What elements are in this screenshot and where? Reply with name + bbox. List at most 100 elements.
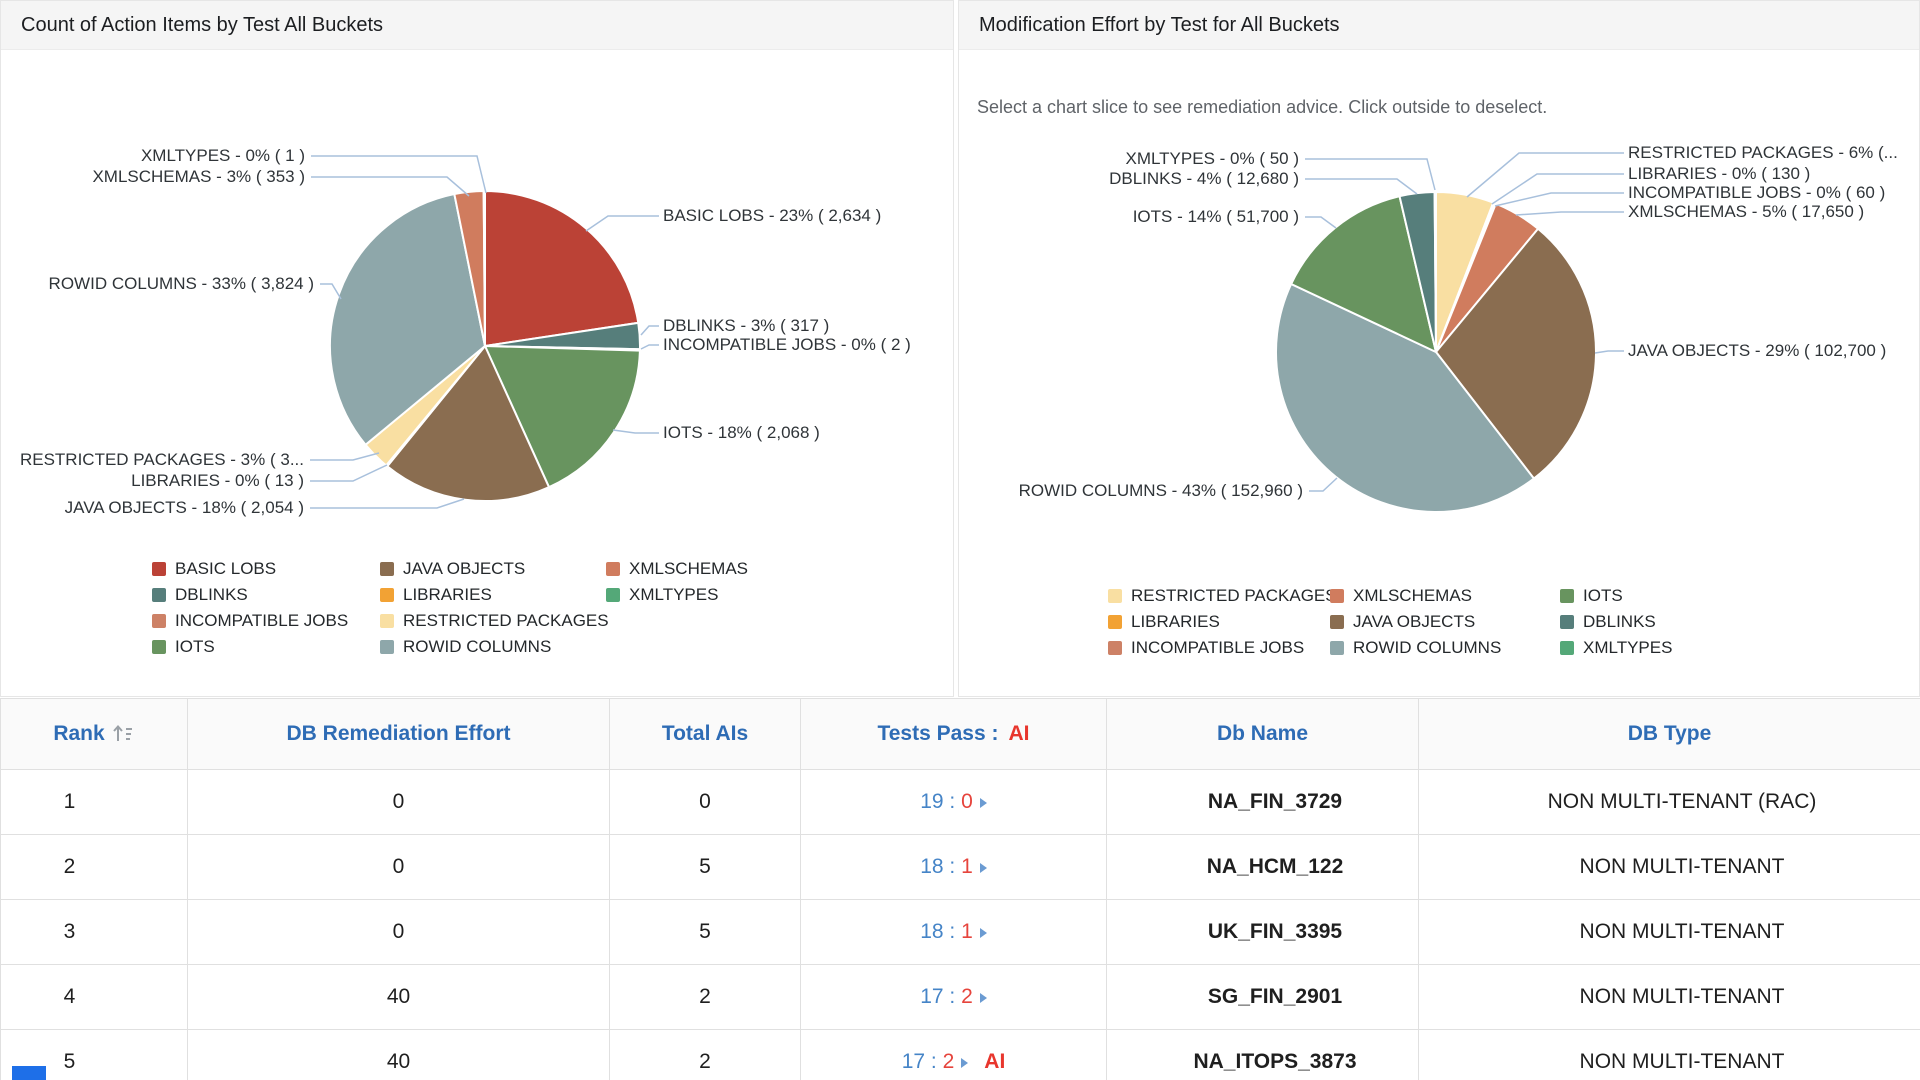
column-header-db-name[interactable]: Db Name xyxy=(1107,699,1419,770)
column-header-db-type[interactable]: DB Type xyxy=(1419,699,1920,770)
db-remediation-effort-cell: 0 xyxy=(188,900,610,965)
db-name-cell: NA_ITOPS_3873 xyxy=(1107,1030,1419,1080)
total-ais-cell: 5 xyxy=(610,835,801,900)
legend-swatch xyxy=(1560,641,1574,655)
panel-modification-effort: Modification Effort by Test for All Buck… xyxy=(958,0,1920,697)
legend-swatch xyxy=(1108,641,1122,655)
legend-item-java-objects[interactable]: JAVA OBJECTS xyxy=(380,556,609,582)
pie-chart-count-action-items[interactable] xyxy=(305,166,665,526)
legend-swatch xyxy=(1330,641,1344,655)
legend-item-xmlschemas[interactable]: XMLSCHEMAS xyxy=(1330,583,1501,609)
legend-swatch xyxy=(1560,589,1574,603)
legend-label: JAVA OBJECTS xyxy=(1353,612,1475,632)
legend-label: INCOMPATIBLE JOBS xyxy=(1131,638,1304,658)
table-row[interactable]: 440217 : 2SG_FIN_2901NON MULTI-TENANT xyxy=(1,965,1920,1030)
db-name-cell: UK_FIN_3395 xyxy=(1107,900,1419,965)
pie-slice-xmltypes[interactable] xyxy=(1435,192,1436,352)
column-header-tests-pass[interactable]: Tests Pass :AI xyxy=(801,699,1107,770)
callout-libraries: LIBRARIES - 0% ( 130 ) xyxy=(1628,164,1810,184)
legend-item-libraries[interactable]: LIBRARIES xyxy=(380,582,609,608)
panel-right-titlebar: Modification Effort by Test for All Buck… xyxy=(959,1,1919,50)
legend-label: BASIC LOBS xyxy=(175,559,276,579)
legend-item-iots[interactable]: IOTS xyxy=(152,634,348,660)
sort-ascending-icon[interactable] xyxy=(111,723,135,743)
legend-column: JAVA OBJECTS LIBRARIES RESTRICTED PACKAGES… xyxy=(380,556,609,660)
legend-column: IOTSDBLINKS XMLTYPES xyxy=(1560,583,1672,661)
total-ais-cell: 5 xyxy=(610,900,801,965)
panel-count-of-action-items: Count of Action Items by Test All Bucket… xyxy=(0,0,954,697)
db-type-cell: NON MULTI-TENANT xyxy=(1419,835,1920,900)
pie-slice-xmltypes[interactable] xyxy=(484,191,485,346)
dashboard: Count of Action Items by Test All Bucket… xyxy=(0,0,1920,1080)
legend-label: XMLSCHEMAS xyxy=(629,559,748,579)
table-row[interactable]: 30518 : 1UK_FIN_3395NON MULTI-TENANT xyxy=(1,900,1920,965)
legend-item-xmltypes[interactable]: XMLTYPES xyxy=(1560,635,1672,661)
expand-row-icon[interactable] xyxy=(961,1058,968,1068)
tests-fail-count: 1 xyxy=(961,855,973,878)
expand-row-icon[interactable] xyxy=(980,993,987,1003)
table-row[interactable]: 10019 : 0NA_FIN_3729NON MULTI-TENANT (RA… xyxy=(1,770,1920,835)
rank-cell: 2 xyxy=(1,835,188,900)
panel-left-titlebar: Count of Action Items by Test All Bucket… xyxy=(1,1,953,50)
tests-pass-cell: 18 : 1 xyxy=(801,835,1107,900)
table-row[interactable]: 540217 : 2AINA_ITOPS_3873NON MULTI-TENAN… xyxy=(1,1030,1920,1080)
legend-label: XMLSCHEMAS xyxy=(1353,586,1472,606)
callout-iots: IOTS - 18% ( 2,068 ) xyxy=(663,423,820,443)
legend-item-incompatible-jobs[interactable]: INCOMPATIBLE JOBS xyxy=(152,608,348,634)
legend-item-libraries[interactable]: LIBRARIES xyxy=(1108,609,1337,635)
tests-pass-cell: 17 : 2 xyxy=(801,965,1107,1030)
pie-slice-basic-lobs[interactable] xyxy=(485,191,638,346)
tests-pass-cell: 18 : 1 xyxy=(801,900,1107,965)
legend-label: LIBRARIES xyxy=(403,585,492,605)
legend-column: XMLSCHEMAS XMLTYPES xyxy=(606,556,748,608)
legend-item-xmltypes[interactable]: XMLTYPES xyxy=(606,582,748,608)
callout-dblinks: DBLINKS - 4% ( 12,680 ) xyxy=(1109,169,1299,189)
legend-swatch xyxy=(152,614,166,628)
legend-label: XMLTYPES xyxy=(1583,638,1672,658)
callout-java-objects: JAVA OBJECTS - 29% ( 102,700 ) xyxy=(1628,341,1886,361)
legend-item-dblinks[interactable]: DBLINKS xyxy=(1560,609,1672,635)
column-header-db-remediation-effort[interactable]: DB Remediation Effort xyxy=(188,699,610,770)
legend-swatch xyxy=(380,614,394,628)
table-row[interactable]: 20518 : 1NA_HCM_122NON MULTI-TENANT xyxy=(1,835,1920,900)
callout-xmltypes: XMLTYPES - 0% ( 1 ) xyxy=(141,146,305,166)
callout-xmltypes: XMLTYPES - 0% ( 50 ) xyxy=(1125,149,1299,169)
legend-item-basic-lobs[interactable]: BASIC LOBS xyxy=(152,556,348,582)
legend-label: JAVA OBJECTS xyxy=(403,559,525,579)
legend-item-restricted-packages[interactable]: RESTRICTED PACKAGES xyxy=(380,608,609,634)
tests-pass-cell: 19 : 0 xyxy=(801,770,1107,835)
legend-item-iots[interactable]: IOTS xyxy=(1560,583,1672,609)
column-header-rank[interactable]: Rank xyxy=(1,699,188,770)
column-header-total-ais[interactable]: Total AIs xyxy=(610,699,801,770)
db-remediation-effort-cell: 40 xyxy=(188,1030,610,1080)
legend-swatch xyxy=(1108,589,1122,603)
legend-item-dblinks[interactable]: DBLINKS xyxy=(152,582,348,608)
legend-item-incompatible-jobs[interactable]: INCOMPATIBLE JOBS xyxy=(1108,635,1337,661)
panel-left-title: Count of Action Items by Test All Bucket… xyxy=(21,1,383,49)
pie-chart-modification-effort[interactable] xyxy=(1256,172,1616,532)
callout-incompatible-jobs: INCOMPATIBLE JOBS - 0% ( 2 ) xyxy=(663,335,911,355)
expand-row-icon[interactable] xyxy=(980,928,987,938)
legend-label: ROWID COLUMNS xyxy=(403,637,551,657)
legend-column: XMLSCHEMAS JAVA OBJECTS ROWID COLUMNS xyxy=(1330,583,1501,661)
callout-rowid-columns: ROWID COLUMNS - 43% ( 152,960 ) xyxy=(1019,481,1303,501)
expand-row-icon[interactable] xyxy=(980,863,987,873)
legend-item-rowid-columns[interactable]: ROWID COLUMNS xyxy=(1330,635,1501,661)
legend-swatch xyxy=(1330,615,1344,629)
tests-pass-count: 19 : xyxy=(920,790,961,813)
db-type-cell: NON MULTI-TENANT xyxy=(1419,900,1920,965)
legend-item-xmlschemas[interactable]: XMLSCHEMAS xyxy=(606,556,748,582)
rank-cell: 3 xyxy=(1,900,188,965)
panel-right-title: Modification Effort by Test for All Buck… xyxy=(979,1,1340,49)
callout-xmlschemas: XMLSCHEMAS - 5% ( 17,650 ) xyxy=(1628,202,1864,222)
legend-swatch xyxy=(380,640,394,654)
expand-row-icon[interactable] xyxy=(980,798,987,808)
legend-swatch xyxy=(380,562,394,576)
db-name-cell: SG_FIN_2901 xyxy=(1107,965,1419,1030)
legend-item-restricted-packages[interactable]: RESTRICTED PACKAGES xyxy=(1108,583,1337,609)
tests-fail-count: 0 xyxy=(961,790,973,813)
legend-item-java-objects[interactable]: JAVA OBJECTS xyxy=(1330,609,1501,635)
tests-pass-cell: 17 : 2AI xyxy=(801,1030,1107,1080)
legend-item-rowid-columns[interactable]: ROWID COLUMNS xyxy=(380,634,609,660)
db-remediation-effort-cell: 0 xyxy=(188,770,610,835)
